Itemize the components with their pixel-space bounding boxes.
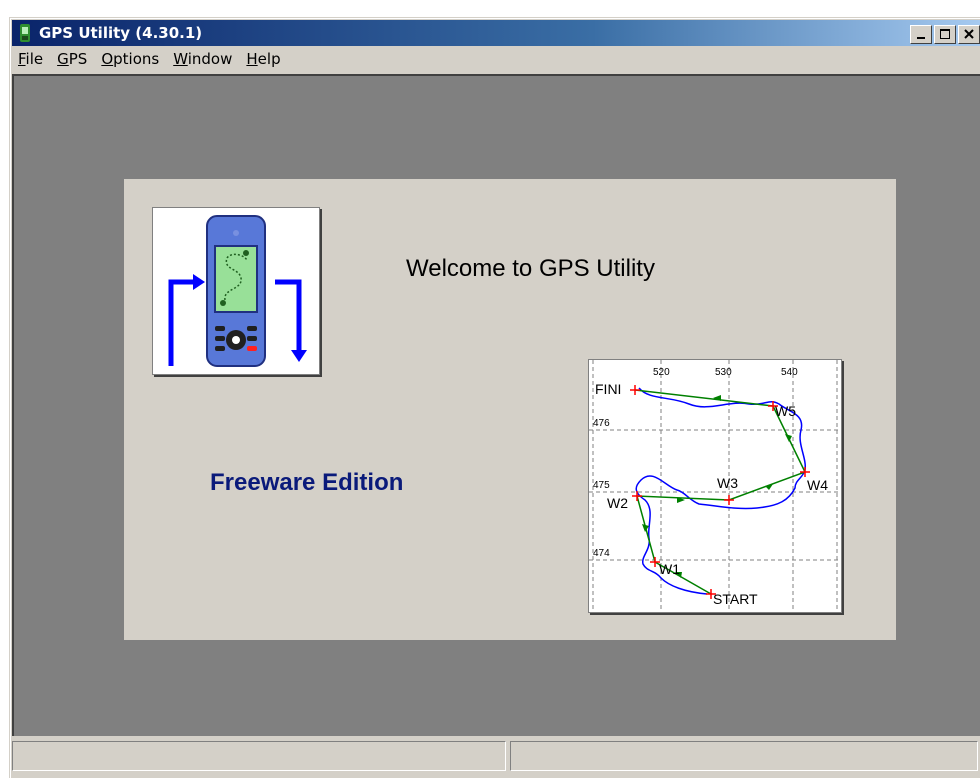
app-icon xyxy=(20,24,30,42)
maximize-icon xyxy=(940,29,950,39)
x-tick-label: 530 xyxy=(715,367,732,378)
route-map-image: 520 530 540 476 475 474 FINI W5 W4 W3 W2… xyxy=(588,359,842,613)
waypoint-label: W1 xyxy=(659,561,680,577)
window-controls xyxy=(910,25,980,44)
mdi-client-area: Welcome to GPS Utility Freeware Edition xyxy=(12,74,980,736)
maximize-button[interactable] xyxy=(934,25,956,44)
y-tick-label: 476 xyxy=(593,418,610,429)
waypoint-label: W3 xyxy=(717,475,738,491)
waypoint-label: W5 xyxy=(775,403,796,419)
logo-image xyxy=(152,207,320,375)
gps-handheld-icon xyxy=(168,215,307,367)
splash-panel: Welcome to GPS Utility Freeware Edition xyxy=(124,179,896,640)
status-bar xyxy=(12,741,980,775)
waypoint-label: FINI xyxy=(595,381,621,397)
title-bar[interactable]: GPS Utility (4.30.1) xyxy=(12,20,980,46)
menu-options[interactable]: Options xyxy=(95,50,167,68)
route-map-drawing: 520 530 540 476 475 474 FINI W5 W4 W3 W2… xyxy=(589,360,841,612)
minimize-icon xyxy=(917,37,925,39)
status-pane-left xyxy=(12,741,506,771)
close-button[interactable] xyxy=(958,25,980,44)
app-window: GPS Utility (4.30.1) File GPS Options Wi… xyxy=(9,17,980,778)
window-title: GPS Utility (4.30.1) xyxy=(39,24,203,42)
x-tick-label: 520 xyxy=(653,367,670,378)
menu-window[interactable]: Window xyxy=(167,50,240,68)
y-tick-label: 474 xyxy=(593,548,610,559)
menu-file[interactable]: File xyxy=(12,50,51,68)
welcome-heading: Welcome to GPS Utility xyxy=(406,255,655,282)
menu-help[interactable]: Help xyxy=(240,50,288,68)
status-pane-right xyxy=(510,741,978,771)
menu-bar: File GPS Options Window Help xyxy=(12,47,980,71)
x-tick-label: 540 xyxy=(781,367,798,378)
waypoint-label: W2 xyxy=(607,495,628,511)
minimize-button[interactable] xyxy=(910,25,932,44)
edition-label: Freeware Edition xyxy=(210,469,404,496)
menu-gps[interactable]: GPS xyxy=(51,50,95,68)
y-tick-label: 475 xyxy=(593,480,610,491)
waypoint-label: W4 xyxy=(807,477,828,493)
waypoint-label: START xyxy=(713,591,758,607)
close-icon xyxy=(964,29,974,39)
